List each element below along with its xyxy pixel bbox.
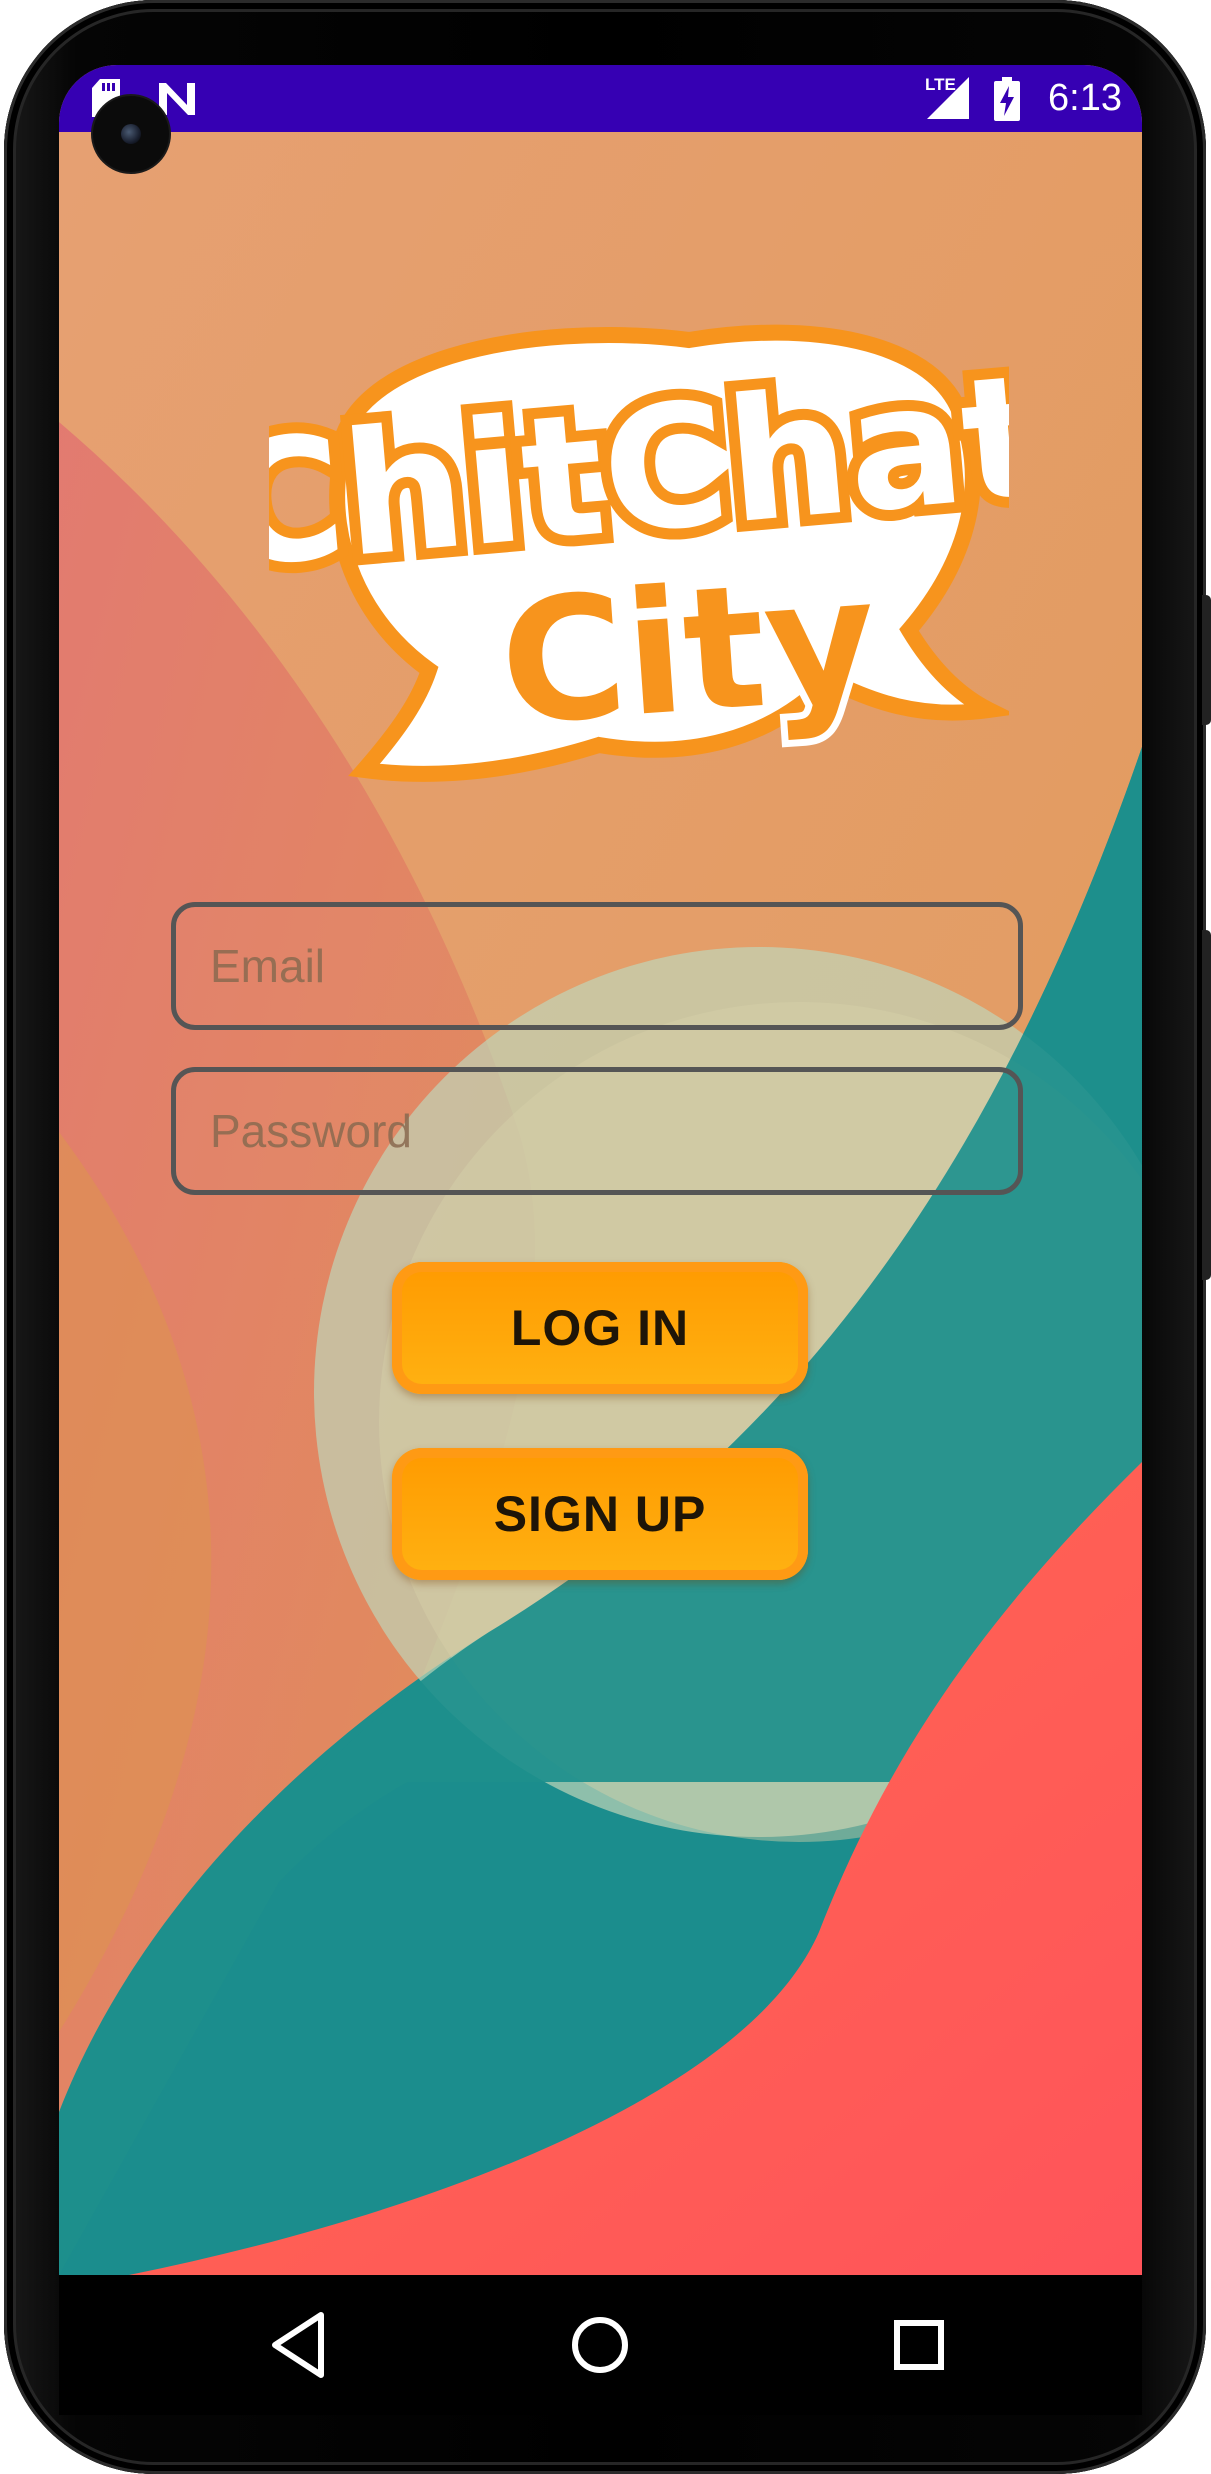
recents-icon[interactable] (879, 2305, 959, 2385)
back-icon[interactable] (261, 2305, 341, 2385)
lte-signal-icon (927, 77, 969, 119)
device-frame: LTE 6:13 ChitChat City Email LOG IN SIGN… (0, 0, 1211, 2474)
password-field[interactable] (171, 1067, 1023, 1195)
signup-button[interactable]: SIGN UP (392, 1448, 808, 1580)
camera-lens (121, 124, 141, 144)
navigation-bar (59, 2275, 1142, 2415)
chitchat-city-logo: ChitChat City (269, 324, 1009, 782)
password-input[interactable] (176, 1072, 1018, 1190)
app-screen: LTE 6:13 ChitChat City Email LOG IN SIGN… (59, 65, 1142, 2275)
clock: 6:13 (1048, 77, 1122, 119)
power-button (1202, 595, 1211, 725)
logo-text-line2: City (494, 540, 882, 764)
front-camera (93, 96, 169, 172)
status-bar: LTE 6:13 (59, 65, 1142, 132)
volume-button (1202, 930, 1211, 1280)
email-field[interactable] (171, 902, 1023, 1030)
email-input[interactable] (176, 907, 1018, 1025)
battery-charging-icon (994, 77, 1020, 121)
n-notification-icon (159, 83, 195, 115)
home-icon[interactable] (560, 2305, 640, 2385)
login-button[interactable]: LOG IN (392, 1262, 808, 1394)
